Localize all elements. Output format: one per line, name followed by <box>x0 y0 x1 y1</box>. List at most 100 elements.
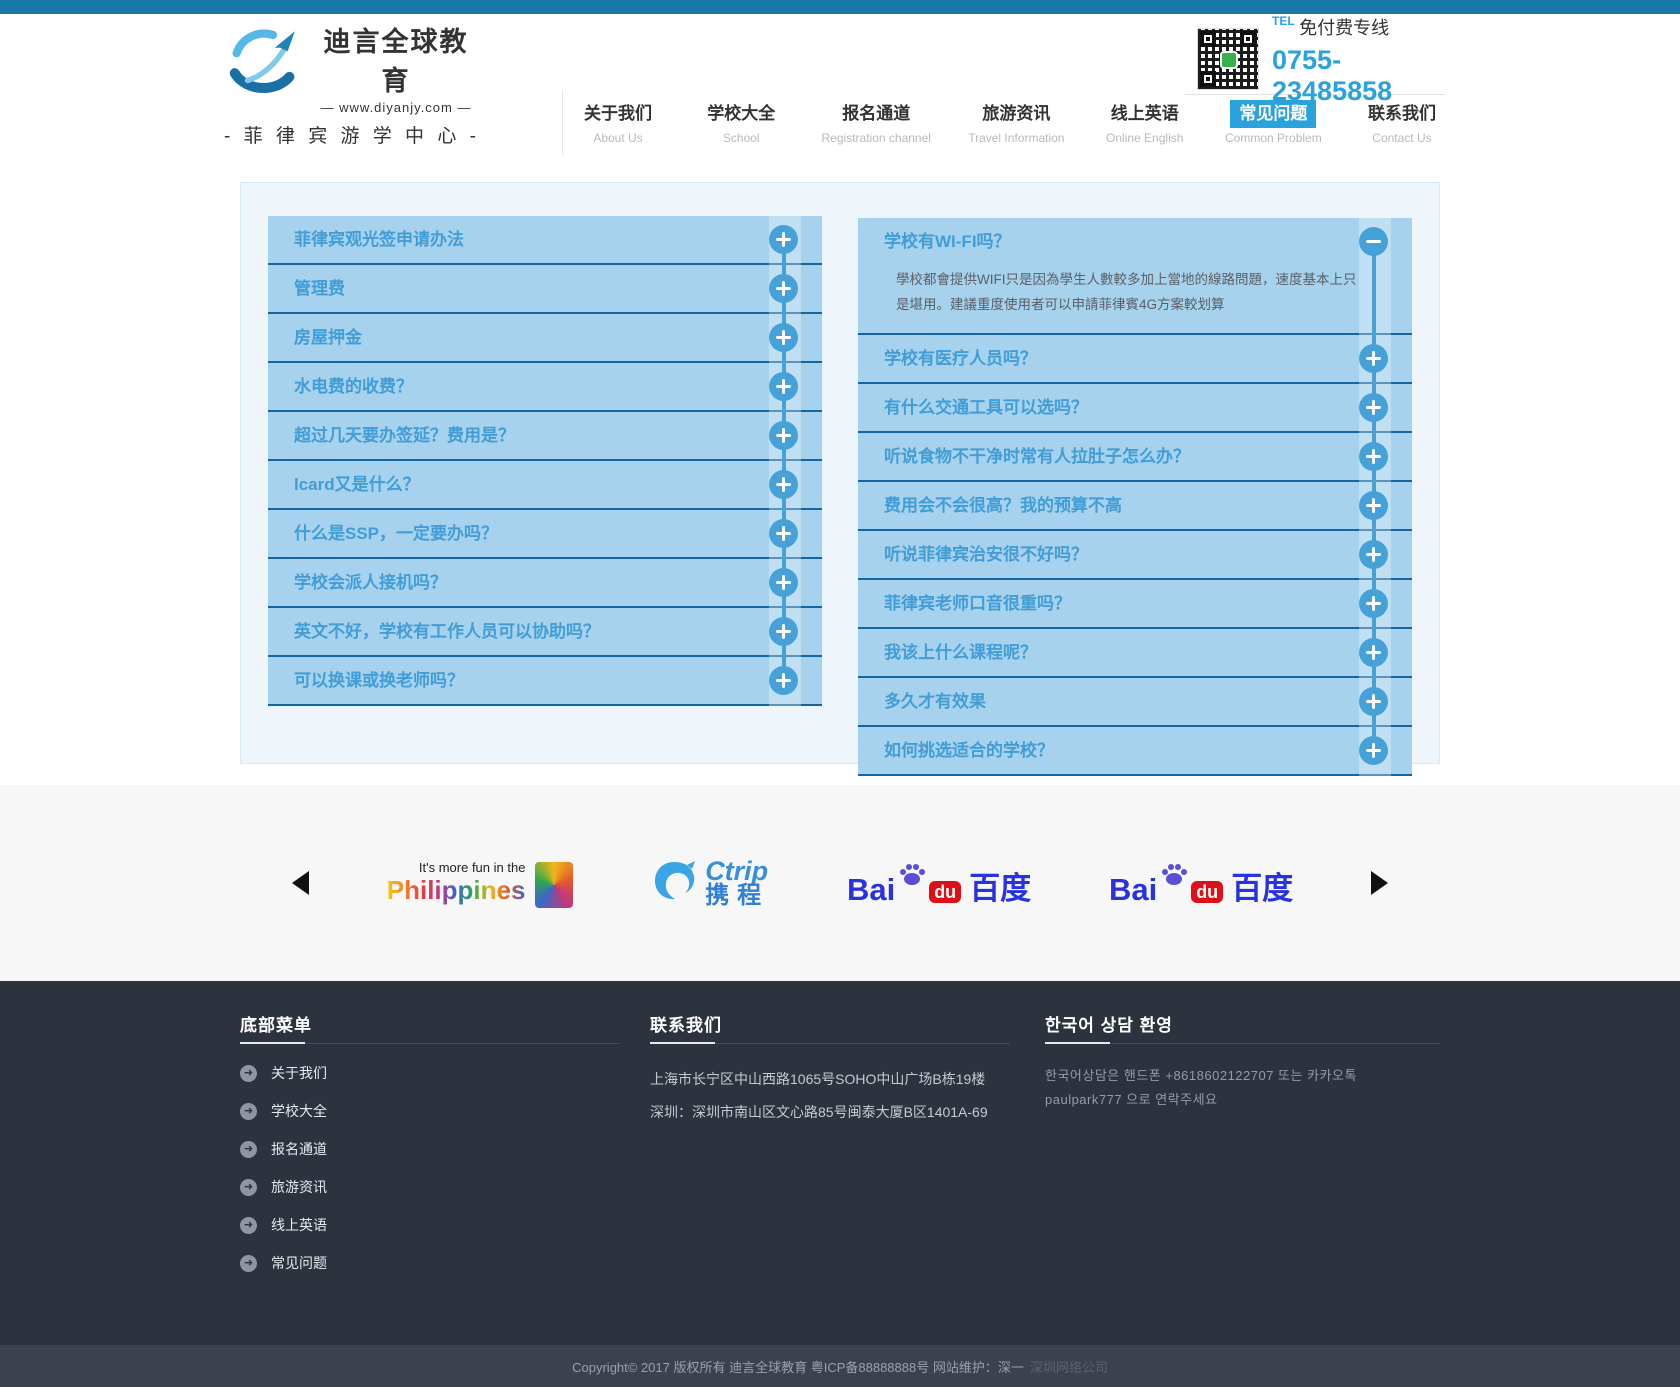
baidu-paw-icon <box>1161 862 1187 891</box>
partners-carousel: It's more fun in the Philippines Ctrip 携… <box>0 785 1680 981</box>
footer-menu-item[interactable]: ➜ 报名通道 <box>240 1130 327 1168</box>
expand-toggle-icon[interactable] <box>769 666 798 695</box>
faq-question: lcard又是什么？ <box>268 461 822 508</box>
faq-item[interactable]: 学校有医疗人员吗？ <box>858 335 1412 384</box>
nav-item[interactable]: 常见问题 Common Problem <box>1225 100 1322 145</box>
faq-item[interactable]: 房屋押金 <box>268 314 822 363</box>
faq-question: 菲律宾老师口音很重吗？ <box>858 580 1412 627</box>
faq-answer: 學校都會提供WIFI只是因為學生人數較多加上當地的線路問題，速度基本上只是堪用。… <box>858 265 1412 333</box>
nav-item-label: 学校大全 <box>698 100 784 128</box>
nav-item[interactable]: 旅游资讯 Travel Information <box>968 100 1064 145</box>
arrow-circle-icon: ➜ <box>240 1255 257 1272</box>
expand-toggle-icon[interactable] <box>1359 687 1388 716</box>
faq-item[interactable]: 如何挑选适合的学校？ <box>858 727 1412 776</box>
expand-toggle-icon[interactable] <box>769 274 798 303</box>
faq-item[interactable]: 听说食物不干净时常有人拉肚子怎么办？ <box>858 433 1412 482</box>
footer-menu-item[interactable]: ➜ 线上英语 <box>240 1206 327 1244</box>
footer-menu-label: 关于我们 <box>271 1063 327 1083</box>
faq-item[interactable]: 学校有WI-FI吗？ 學校都會提供WIFI只是因為學生人數較多加上當地的線路問題… <box>858 218 1412 335</box>
expand-toggle-icon[interactable] <box>1359 393 1388 422</box>
expand-toggle-icon[interactable] <box>1359 491 1388 520</box>
expand-toggle-icon[interactable] <box>769 372 798 401</box>
nav-item[interactable]: 联系我们 Contact Us <box>1359 100 1445 145</box>
copyright-company-link[interactable]: 深圳网络公司 <box>1030 1357 1108 1376</box>
faq-item[interactable]: 听说菲律宾治安很不好吗？ <box>858 531 1412 580</box>
faq-item[interactable]: 什么是SSP，一定要办吗？ <box>268 510 822 559</box>
footer-menu-title: 底部菜单 <box>240 1011 312 1036</box>
expand-toggle-icon[interactable] <box>1359 227 1388 256</box>
philippines-tagline: It's more fun in the <box>387 860 526 875</box>
brand-url: — www.diyanjy.com — <box>310 100 482 115</box>
nav-item[interactable]: 报名通道 Registration channel <box>822 100 931 145</box>
qr-corner <box>1200 31 1216 47</box>
baidu-wordmark-cn: 百度 <box>969 873 1031 905</box>
expand-toggle-icon[interactable] <box>1359 442 1388 471</box>
expand-toggle-icon[interactable] <box>1359 540 1388 569</box>
expand-toggle-icon[interactable] <box>769 421 798 450</box>
faq-item[interactable]: 费用会不会很高？我的预算不高 <box>858 482 1412 531</box>
faq-item[interactable]: 管理费 <box>268 265 822 314</box>
partner-logo-ctrip[interactable]: Ctrip 携程 <box>651 858 769 908</box>
faq-item[interactable]: 有什么交通工具可以选吗？ <box>858 384 1412 433</box>
faq-question: 学校有WI-FI吗？ <box>858 218 1412 265</box>
address-shanghai: 上海市长宁区中山西路1065号SOHO中山广场B栋19楼 <box>650 1069 985 1089</box>
footer-menu-label: 报名通道 <box>271 1139 327 1159</box>
faq-question: 超过几天要办签延？费用是？ <box>268 412 822 459</box>
site-footer: 底部菜单 ➜ 关于我们 ➜ 学校大全 ➜ 报名通道 <box>0 981 1680 1345</box>
nav-item-sublabel: School <box>698 131 784 145</box>
partner-logo-baidu[interactable]: Bai du 百度 <box>1109 862 1293 905</box>
expand-toggle-icon[interactable] <box>769 568 798 597</box>
expand-toggle-icon[interactable] <box>769 323 798 352</box>
faq-item[interactable]: 水电费的收费？ <box>268 363 822 412</box>
brand-name: 迪言全球教育 <box>310 20 482 98</box>
faq-question: 什么是SSP，一定要办吗？ <box>268 510 822 557</box>
baidu-du-badge: du <box>1191 881 1223 903</box>
nav-item-label: 关于我们 <box>575 100 661 128</box>
faq-item[interactable]: 菲律宾观光签申请办法 <box>268 216 822 265</box>
main-nav: 关于我们 About Us 学校大全 School 报名通道 Registrat… <box>575 100 1445 145</box>
prev-arrow-icon[interactable] <box>292 871 309 895</box>
expand-toggle-icon[interactable] <box>1359 736 1388 765</box>
footer-menu-item[interactable]: ➜ 常见问题 <box>240 1244 327 1282</box>
arrow-circle-icon: ➜ <box>240 1217 257 1234</box>
faq-item[interactable]: 英文不好，学校有工作人员可以协助吗？ <box>268 608 822 657</box>
faq-item[interactable]: 菲律宾老师口音很重吗？ <box>858 580 1412 629</box>
faq-item[interactable]: 可以换课或换老师吗？ <box>268 657 822 706</box>
expand-toggle-icon[interactable] <box>1359 638 1388 667</box>
tel-tag: TEL <box>1272 14 1295 28</box>
site-logo[interactable]: 迪言全球教育 — www.diyanjy.com — - 菲 律 宾 游 学 中… <box>222 20 482 148</box>
arrow-circle-icon: ➜ <box>240 1103 257 1120</box>
baidu-du-badge: du <box>929 881 961 903</box>
faq-item[interactable]: lcard又是什么？ <box>268 461 822 510</box>
faq-item[interactable]: 学校会派人接机吗？ <box>268 559 822 608</box>
footer-divider <box>650 1043 1010 1044</box>
expand-toggle-icon[interactable] <box>769 519 798 548</box>
baidu-wordmark-en: Bai <box>1109 875 1157 905</box>
footer-menu-label: 学校大全 <box>271 1101 327 1121</box>
footer-menu-item[interactable]: ➜ 关于我们 <box>240 1054 327 1092</box>
qr-corner <box>1200 71 1216 87</box>
expand-toggle-icon[interactable] <box>769 470 798 499</box>
footer-menu-item[interactable]: ➜ 学校大全 <box>240 1092 327 1130</box>
faq-item[interactable]: 超过几天要办签延？费用是？ <box>268 412 822 461</box>
footer-menu-item[interactable]: ➜ 旅游资讯 <box>240 1168 327 1206</box>
nav-item[interactable]: 关于我们 About Us <box>575 100 661 145</box>
nav-item[interactable]: 学校大全 School <box>698 100 784 145</box>
expand-toggle-icon[interactable] <box>1359 344 1388 373</box>
expand-toggle-icon[interactable] <box>769 225 798 254</box>
baidu-wordmark-cn: 百度 <box>1231 873 1293 905</box>
faq-panel: 菲律宾观光签申请办法 管理费 房屋押金 水电费的收费？ <box>240 182 1440 764</box>
partner-logo-philippines[interactable]: It's more fun in the Philippines <box>387 860 574 906</box>
nav-item[interactable]: 线上英语 Online English <box>1102 100 1188 145</box>
ctrip-wordmark-cn: 携程 <box>705 884 769 908</box>
faq-item[interactable]: 我该上什么课程呢？ <box>858 629 1412 678</box>
next-arrow-icon[interactable] <box>1371 871 1388 895</box>
partner-logo-baidu[interactable]: Bai du 百度 <box>847 862 1031 905</box>
expand-toggle-icon[interactable] <box>1359 589 1388 618</box>
expand-toggle-icon[interactable] <box>769 617 798 646</box>
footer-contact-title: 联系我们 <box>650 1011 722 1036</box>
faq-item[interactable]: 多久才有效果 <box>858 678 1412 727</box>
faq-question: 学校会派人接机吗？ <box>268 559 822 606</box>
nav-item-label: 旅游资讯 <box>973 100 1059 128</box>
line-app-icon <box>1220 51 1238 69</box>
